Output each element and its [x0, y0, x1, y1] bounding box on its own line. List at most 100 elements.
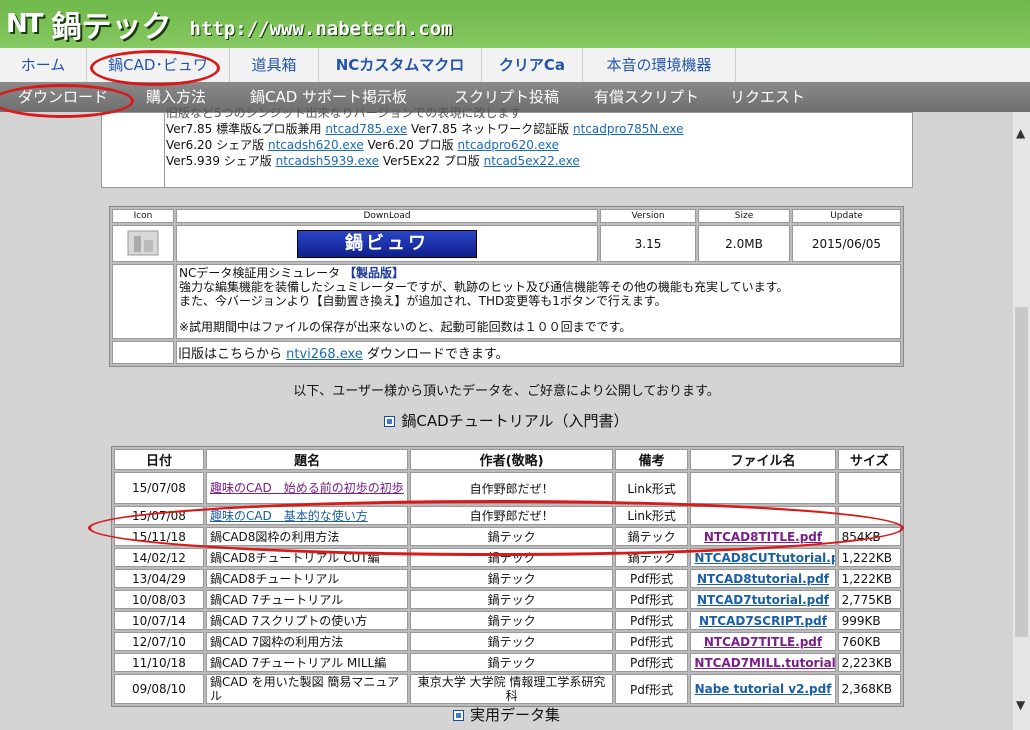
scrollbar-thumb[interactable] — [1015, 307, 1028, 637]
row-author: 鍋テック — [410, 653, 613, 672]
row-file-link[interactable]: NTCAD7SCRIPT.pdf — [699, 614, 827, 628]
row-author: 鍋テック — [410, 611, 613, 630]
site-logo[interactable]: NT 鍋テック http://www.nabetech.com — [6, 4, 453, 45]
old-viewer-text: ダウンロードできます。 — [362, 347, 509, 362]
row-note: Pdf形式 — [614, 590, 689, 609]
viewer-version: 3.15 — [600, 225, 696, 262]
row-note: Pdf形式 — [614, 632, 689, 651]
header-version: Version — [600, 209, 696, 223]
viewer-download-button[interactable]: 鍋ビュワ — [297, 229, 477, 258]
row-file-cell: NTCAD7TITLE.pdf — [690, 632, 836, 651]
table-row: 15/07/08 趣味のCAD 始める前の初歩の初歩 自作野郎だぜ！ Link形… — [114, 472, 901, 504]
row-title: 鍋CAD 7スクリプトの使い方 — [205, 611, 409, 630]
nav-environment-devices[interactable]: 本音の環境機器 — [583, 48, 736, 82]
old-viewer-link[interactable]: ntvi268.exe — [286, 347, 363, 362]
row-file — [690, 506, 836, 525]
bullet-square-icon — [384, 416, 396, 427]
row-date: 11/10/18 — [114, 653, 204, 672]
nav-nabecad-viewer[interactable]: 鍋CAD･ビュワ — [87, 48, 230, 82]
page-scrollbar[interactable]: ▲ ▼ — [1013, 112, 1030, 730]
row-size: 760KB — [837, 632, 901, 651]
download-link[interactable]: ntcad785.exe — [325, 122, 407, 136]
row-size: 2,775KB — [837, 590, 901, 609]
old-versions-cut-line: 旧版など5つのシンジット出來なりバージョンでの表現に改します — [166, 106, 522, 120]
row-file-cell: NTCAD7tutorial.pdf — [690, 590, 836, 609]
site-header: NT 鍋テック http://www.nabetech.com — [0, 0, 1030, 48]
row-note: Pdf形式 — [614, 674, 689, 704]
row-file-cell: NTCAD8tutorial.pdf — [690, 569, 836, 588]
row-size: 999KB — [837, 611, 901, 630]
table-row: 13/04/29 鍋CAD8チュートリアル 鍋テック Pdf形式 NTCAD8t… — [114, 569, 901, 588]
table-row: 14/02/12 鍋CAD8チュートリアル CUT編 鍋テック 鍋テック NTC… — [114, 548, 901, 567]
table-row: 12/07/10 鍋CAD 7図枠の利用方法 鍋テック Pdf形式 NTCAD7… — [114, 632, 901, 651]
download-link[interactable]: ntcadsh5939.exe — [276, 154, 379, 168]
header-size: Size — [698, 209, 790, 223]
row-file-link[interactable]: NTCAD8tutorial.pdf — [697, 572, 829, 586]
old-viewer-row: 旧版はこちらから ntvi268.exe ダウンロードできます。 — [112, 341, 901, 364]
row-file-link[interactable]: NTCAD8CUTtutorial.pdf — [694, 551, 834, 565]
nav-request[interactable]: リクエスト — [730, 82, 805, 112]
row-size: 1,222KB — [837, 569, 901, 588]
row-title-cell: 趣味のCAD 始める前の初歩の初歩 — [205, 472, 409, 504]
row-file-link[interactable]: NTCAD7MILL.tutorial.pdf — [694, 656, 834, 670]
download-link[interactable]: ntcadpro620.exe — [458, 138, 560, 152]
scroll-up-icon[interactable]: ▲ — [1016, 126, 1025, 140]
download-link[interactable]: ntcadpro785N.exe — [573, 122, 684, 136]
product-badge: 【製品版】 — [343, 266, 404, 280]
empty-cell — [112, 264, 174, 339]
nav-download[interactable]: ダウンロード — [18, 82, 108, 112]
trial-note: ※試用期間中はファイルの保存が出来ないのと、起動可能回数は１００回までです。 — [179, 320, 632, 334]
description-text: NCデータ検証用シミュレータ — [179, 266, 344, 280]
row-file-cell: NTCAD8TITLE.pdf — [690, 527, 836, 546]
viewer-row: 鍋ビュワ 3.15 2.0MB 2015/06/05 — [112, 225, 901, 262]
scroll-down-icon[interactable]: ▼ — [1016, 698, 1025, 712]
row-file-link[interactable]: Nabe tutorial v2.pdf — [695, 682, 832, 696]
primary-nav: ホーム 鍋CAD･ビュワ 道具箱 NCカスタムマクロ クリアCa 本音の環境機器 — [0, 48, 1030, 83]
row-title: 鍋CAD 7チュートリアル MILL編 — [205, 653, 409, 672]
old-version-row: Ver7.85 標準版&プロ版兼用 ntcad785.exe Ver7.85 ネ… — [166, 121, 684, 137]
row-date: 09/08/10 — [114, 674, 204, 704]
viewer-app-icon — [127, 230, 159, 256]
viewer-size: 2.0MB — [698, 225, 790, 262]
row-note: Pdf形式 — [614, 653, 689, 672]
version-label: Ver5Ex22 プロ版 — [382, 154, 480, 168]
row-file-link[interactable]: NTCAD7tutorial.pdf — [697, 593, 829, 607]
tutorial-section-label: 鍋CADチュートリアル（入門書） — [401, 412, 629, 430]
viewer-download-table: Icon DownLoad Version Size Update 鍋ビュワ 3… — [109, 206, 904, 367]
logo-nt-mark: NT — [6, 9, 43, 39]
empty-cell — [112, 341, 174, 364]
row-author: 鍋テック — [410, 632, 613, 651]
download-link[interactable]: ntcadsh620.exe — [268, 138, 364, 152]
nav-clear-ca[interactable]: クリアCa — [482, 48, 583, 82]
old-versions-box: 旧版など5つのシンジット出來なりバージョンでの表現に改します Ver7.85 標… — [101, 106, 913, 188]
row-file-link[interactable]: NTCAD8TITLE.pdf — [704, 530, 822, 544]
col-header-author: 作者(敬略) — [410, 449, 613, 470]
table-header-row: Icon DownLoad Version Size Update — [112, 209, 901, 223]
table-header-row: 日付 題名 作者(敬略) 備考 ファイル名 サイズ — [114, 449, 901, 470]
old-viewer-text: 旧版はこちらから — [178, 347, 287, 362]
row-note: Link形式 — [614, 472, 689, 504]
col-header-title: 題名 — [205, 449, 409, 470]
row-title-link[interactable]: 趣味のCAD 基本的な使い方 — [210, 509, 368, 523]
row-file-cell: NTCAD7SCRIPT.pdf — [690, 611, 836, 630]
nav-home[interactable]: ホーム — [0, 48, 87, 82]
logo-name: 鍋テック — [51, 10, 172, 45]
table-row: 09/08/10 鍋CAD を用いた製図 簡易マニュアル 東京大学 大学院 情報… — [114, 674, 901, 704]
row-title-cell: 趣味のCAD 基本的な使い方 — [205, 506, 409, 525]
header-update: Update — [792, 209, 901, 223]
nav-nc-custom-macro[interactable]: NCカスタムマクロ — [319, 48, 482, 82]
nav-toolbox[interactable]: 道具箱 — [230, 48, 319, 82]
row-date: 10/07/14 — [114, 611, 204, 630]
row-file-cell: NTCAD7MILL.tutorial.pdf — [690, 653, 836, 672]
col-header-size: サイズ — [837, 449, 901, 470]
table-row: 15/07/08 趣味のCAD 基本的な使い方 自作野郎だぜ！ Link形式 — [114, 506, 901, 525]
row-title-link[interactable]: 趣味のCAD 始める前の初歩の初歩 — [210, 481, 404, 495]
viewer-description-row: NCデータ検証用シミュレータ 【製品版】 強力な編集機能を装備したシュミレーター… — [112, 264, 901, 339]
download-link[interactable]: ntcad5ex22.exe — [484, 154, 580, 168]
old-version-row: Ver5.939 シェア版 ntcadsh5939.exe Ver5Ex22 プ… — [166, 153, 684, 169]
row-note: Pdf形式 — [614, 611, 689, 630]
old-version-row: Ver6.20 シェア版 ntcadsh620.exe Ver6.20 プロ版 … — [166, 137, 684, 153]
version-label: Ver6.20 プロ版 — [367, 138, 454, 152]
practical-section-label: 実用データ集 — [469, 706, 560, 724]
row-file-link[interactable]: NTCAD7TITLE.pdf — [704, 635, 822, 649]
